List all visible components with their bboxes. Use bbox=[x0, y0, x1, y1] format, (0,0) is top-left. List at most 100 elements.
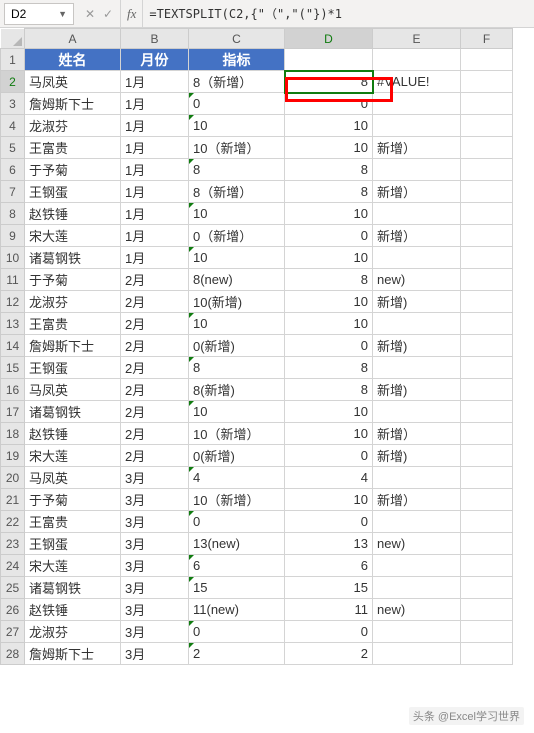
cell-month[interactable]: 1月 bbox=[121, 137, 189, 159]
cell-f[interactable] bbox=[461, 115, 513, 137]
cell-f[interactable] bbox=[461, 181, 513, 203]
row-header-21[interactable]: 21 bbox=[1, 489, 25, 511]
cell-indicator[interactable]: 10 bbox=[189, 313, 285, 335]
cell-name[interactable]: 宋大莲 bbox=[25, 555, 121, 577]
row-header-7[interactable]: 7 bbox=[1, 181, 25, 203]
cell-f[interactable] bbox=[461, 577, 513, 599]
cell-f[interactable] bbox=[461, 599, 513, 621]
cell-e[interactable] bbox=[373, 93, 461, 115]
cell-f[interactable] bbox=[461, 643, 513, 665]
cell-indicator[interactable]: 0 bbox=[189, 511, 285, 533]
cell-name[interactable]: 詹姆斯下士 bbox=[25, 643, 121, 665]
row-header-6[interactable]: 6 bbox=[1, 159, 25, 181]
cell-f[interactable] bbox=[461, 445, 513, 467]
cell-f[interactable] bbox=[461, 423, 513, 445]
cell-month[interactable]: 1月 bbox=[121, 71, 189, 93]
cell-f[interactable] bbox=[461, 247, 513, 269]
cell-d[interactable]: 10 bbox=[285, 313, 373, 335]
chevron-down-icon[interactable]: ▼ bbox=[58, 9, 67, 19]
enter-icon[interactable]: ✓ bbox=[100, 7, 116, 21]
column-header-E[interactable]: E bbox=[373, 29, 461, 49]
cell-d[interactable]: 10 bbox=[285, 247, 373, 269]
cell-f[interactable] bbox=[461, 71, 513, 93]
cell-f[interactable] bbox=[461, 225, 513, 247]
cell-d[interactable]: 0 bbox=[285, 621, 373, 643]
cell-indicator[interactable]: 8(new) bbox=[189, 269, 285, 291]
cell-e[interactable]: new) bbox=[373, 599, 461, 621]
row-header-23[interactable]: 23 bbox=[1, 533, 25, 555]
cell-month[interactable]: 2月 bbox=[121, 401, 189, 423]
cell-d[interactable]: 10 bbox=[285, 291, 373, 313]
row-header-18[interactable]: 18 bbox=[1, 423, 25, 445]
cell-d[interactable]: 6 bbox=[285, 555, 373, 577]
cell-name[interactable]: 王富贵 bbox=[25, 313, 121, 335]
row-header-9[interactable]: 9 bbox=[1, 225, 25, 247]
cell-name[interactable]: 赵铁锤 bbox=[25, 203, 121, 225]
column-header-A[interactable]: A bbox=[25, 29, 121, 49]
cell-name[interactable]: 龙淑芬 bbox=[25, 115, 121, 137]
cell-name[interactable]: 诸葛钢铁 bbox=[25, 247, 121, 269]
cell-indicator[interactable]: 0（新增） bbox=[189, 225, 285, 247]
cell-month[interactable]: 1月 bbox=[121, 181, 189, 203]
cell-e[interactable] bbox=[373, 643, 461, 665]
cell-indicator[interactable]: 8(新增) bbox=[189, 379, 285, 401]
row-header-4[interactable]: 4 bbox=[1, 115, 25, 137]
row-header-26[interactable]: 26 bbox=[1, 599, 25, 621]
row-header-25[interactable]: 25 bbox=[1, 577, 25, 599]
cell-month[interactable]: 2月 bbox=[121, 445, 189, 467]
cell-f[interactable] bbox=[461, 533, 513, 555]
cell-d[interactable]: 10 bbox=[285, 401, 373, 423]
cell-month[interactable]: 2月 bbox=[121, 335, 189, 357]
column-header-B[interactable]: B bbox=[121, 29, 189, 49]
cell-e[interactable] bbox=[373, 577, 461, 599]
cell-indicator[interactable]: 0(新增) bbox=[189, 445, 285, 467]
fx-icon[interactable]: fx bbox=[120, 0, 143, 27]
row-header-2[interactable]: 2 bbox=[1, 71, 25, 93]
row-header-14[interactable]: 14 bbox=[1, 335, 25, 357]
select-all-corner[interactable] bbox=[1, 29, 25, 49]
cancel-icon[interactable]: ✕ bbox=[82, 7, 98, 21]
cell-e[interactable]: 新增) bbox=[373, 291, 461, 313]
formula-input[interactable]: =TEXTSPLIT(C2,{"（","("})*1 bbox=[143, 3, 534, 24]
cell-indicator[interactable]: 0(新增) bbox=[189, 335, 285, 357]
cell-f[interactable] bbox=[461, 379, 513, 401]
cell-month[interactable]: 1月 bbox=[121, 225, 189, 247]
table-header-cell[interactable]: 姓名 bbox=[25, 49, 121, 71]
cell-f[interactable] bbox=[461, 93, 513, 115]
row-header-11[interactable]: 11 bbox=[1, 269, 25, 291]
row-header-22[interactable]: 22 bbox=[1, 511, 25, 533]
cell-d[interactable]: 8 bbox=[285, 379, 373, 401]
cell-d[interactable]: 0 bbox=[285, 511, 373, 533]
cell-e[interactable]: 新增) bbox=[373, 335, 461, 357]
cell-indicator[interactable]: 10 bbox=[189, 401, 285, 423]
cell-f[interactable] bbox=[461, 357, 513, 379]
cell-indicator[interactable]: 10 bbox=[189, 247, 285, 269]
cell-f[interactable] bbox=[461, 203, 513, 225]
cell-name[interactable]: 王富贵 bbox=[25, 511, 121, 533]
cell-name[interactable]: 詹姆斯下士 bbox=[25, 93, 121, 115]
cell-month[interactable]: 1月 bbox=[121, 159, 189, 181]
row-header-10[interactable]: 10 bbox=[1, 247, 25, 269]
cell-e[interactable]: 新增) bbox=[373, 445, 461, 467]
cell-d[interactable]: 13 bbox=[285, 533, 373, 555]
cell-d[interactable]: 2 bbox=[285, 643, 373, 665]
cell-e[interactable]: 新增） bbox=[373, 137, 461, 159]
cell-indicator[interactable]: 10（新增） bbox=[189, 137, 285, 159]
cell-d[interactable]: 10 bbox=[285, 137, 373, 159]
cell-name[interactable]: 于予菊 bbox=[25, 159, 121, 181]
name-box[interactable]: D2 ▼ bbox=[4, 3, 74, 25]
cell-name[interactable]: 王钢蛋 bbox=[25, 533, 121, 555]
cell-indicator[interactable]: 11(new) bbox=[189, 599, 285, 621]
row-header-1[interactable]: 1 bbox=[1, 49, 25, 71]
cell-f[interactable] bbox=[461, 269, 513, 291]
cell-month[interactable]: 2月 bbox=[121, 291, 189, 313]
row-header-27[interactable]: 27 bbox=[1, 621, 25, 643]
cell[interactable] bbox=[285, 49, 373, 71]
column-header-C[interactable]: C bbox=[189, 29, 285, 49]
cell-f[interactable] bbox=[461, 401, 513, 423]
cell-month[interactable]: 3月 bbox=[121, 577, 189, 599]
cell-name[interactable]: 王富贵 bbox=[25, 137, 121, 159]
cell-e[interactable] bbox=[373, 159, 461, 181]
cell-f[interactable] bbox=[461, 335, 513, 357]
cell-d[interactable]: 8 bbox=[285, 181, 373, 203]
